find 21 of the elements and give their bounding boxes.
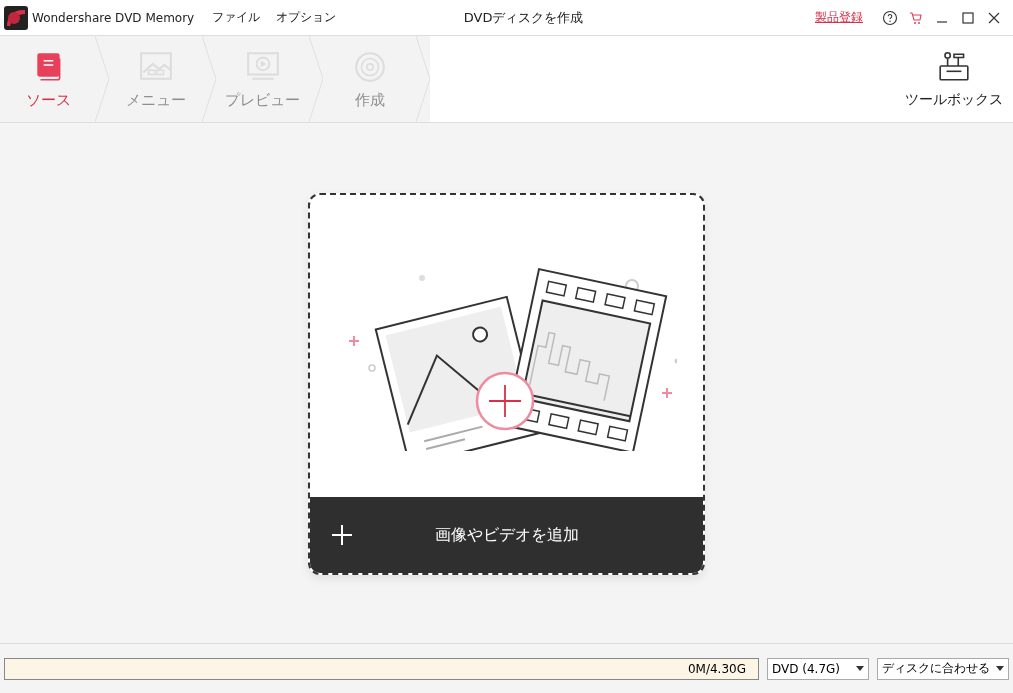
caret-icon (856, 666, 864, 671)
menu-item[interactable]: ファイル (212, 9, 261, 26)
menu-item[interactable]: オプション (276, 9, 337, 26)
disc-type-dropdown[interactable]: DVD (4.7G) (767, 657, 869, 680)
toolbox-button[interactable]: ツールボックス (895, 36, 1013, 122)
add-icon (475, 371, 535, 431)
fit-mode-dropdown[interactable]: ディスクに合わせる (877, 657, 1009, 680)
capacity-reading: 0M/4.30G (687, 661, 747, 676)
help-icon[interactable] (882, 9, 898, 26)
step-tab[interactable]: ソース (2, 36, 109, 122)
drop-area[interactable]: 画像やビデオを追加 (308, 193, 705, 575)
toolbox-icon (937, 49, 971, 83)
app-name: Wondershare DVD Memory (32, 10, 195, 25)
register-link[interactable]: 製品登録 (815, 9, 863, 26)
window-title: DVDディスクを作成 (463, 8, 584, 27)
plus-icon (332, 525, 352, 545)
caret-icon (996, 666, 1004, 671)
maximize-icon[interactable] (960, 9, 976, 26)
app-logo-icon (4, 5, 28, 30)
cart-icon[interactable] (908, 9, 924, 26)
add-media-button[interactable]: 画像やビデオを追加 (310, 497, 703, 573)
